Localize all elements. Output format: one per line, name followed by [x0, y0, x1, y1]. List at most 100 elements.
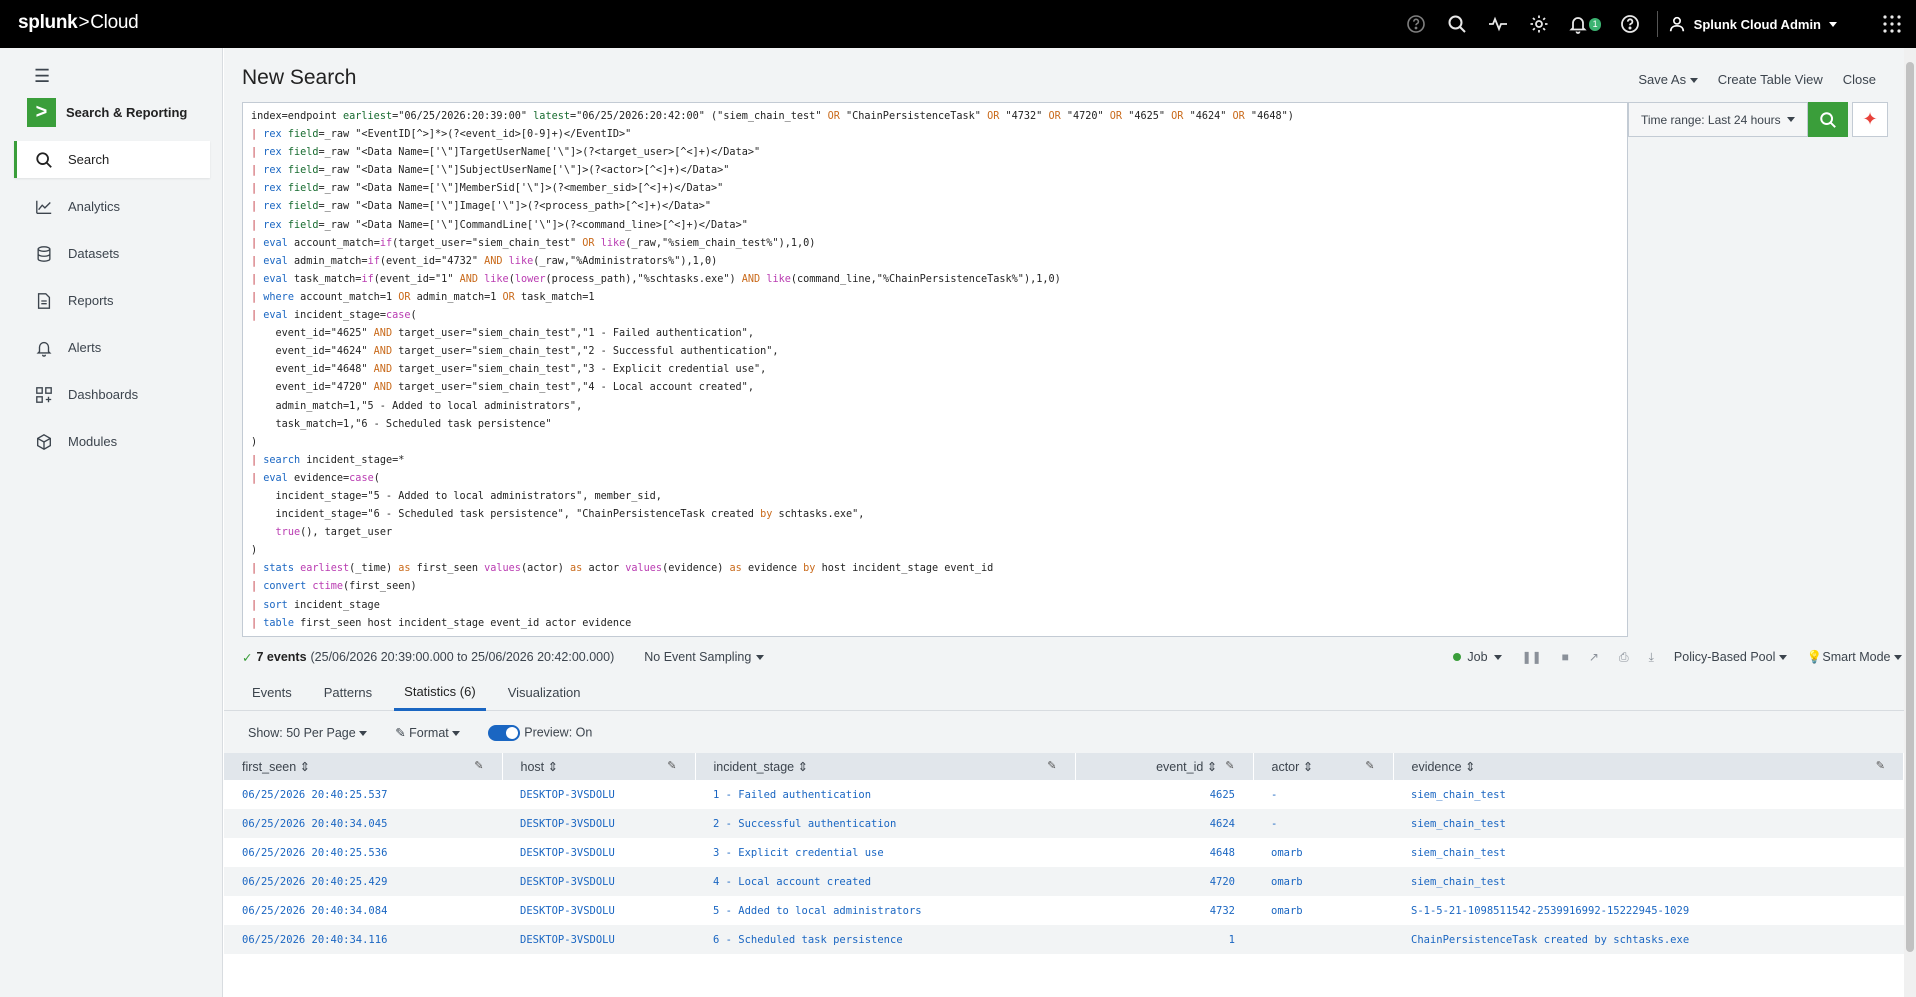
pool-dropdown[interactable]: Policy-Based Pool	[1674, 650, 1787, 664]
search-reporting-logo-icon: >	[27, 98, 56, 127]
toggle-switch	[488, 724, 521, 741]
results-tabs: Events Patterns Statistics (6) Visualiza…	[224, 674, 1904, 711]
edit-pencil-icon[interactable]: ✎	[667, 759, 676, 772]
sidebar-item-modules[interactable]: Modules	[14, 423, 210, 460]
pause-icon[interactable]: ❚❚	[1522, 650, 1542, 664]
table-cell-incident-stage[interactable]: 1 - Failed authentication	[695, 780, 1075, 809]
sidebar-item-alerts[interactable]: Alerts	[14, 329, 210, 366]
query-line: event_id="4648" AND target_user="siem_ch…	[251, 364, 767, 376]
table-cell-actor[interactable]: omarb	[1253, 867, 1393, 896]
stop-icon[interactable]: ■	[1562, 650, 1569, 664]
table-cell-event-id[interactable]: 4625	[1075, 780, 1253, 809]
user-menu[interactable]: Splunk Cloud Admin	[1668, 15, 1837, 33]
table-cell-host[interactable]: DESKTOP-3VSDOLU	[502, 896, 695, 925]
ai-assistant-button[interactable]: ✦	[1852, 102, 1888, 137]
table-cell-incident-stage[interactable]: 3 - Explicit credential use	[695, 838, 1075, 867]
sidebar-item-analytics[interactable]: Analytics	[14, 188, 210, 225]
tab-visualization[interactable]: Visualization	[498, 674, 591, 711]
preview-toggle[interactable]: Preview: On	[488, 724, 592, 741]
table-cell-host[interactable]: DESKTOP-3VSDOLU	[502, 809, 695, 838]
event-sampling-dropdown[interactable]: No Event Sampling	[644, 650, 765, 664]
query-line: | eval admin_match=if(event_id="4732" AN…	[251, 255, 718, 267]
table-cell-first-seen[interactable]: 06/25/2026 20:40:34.084	[224, 896, 502, 925]
sidebar-item-datasets[interactable]: Datasets	[14, 235, 210, 272]
column-header-host[interactable]: host ⇕ ✎	[502, 753, 696, 780]
table-cell-actor[interactable]: -	[1253, 780, 1393, 809]
table-cell-first-seen[interactable]: 06/25/2026 20:40:25.429	[224, 867, 502, 896]
table-cell-evidence[interactable]: siem_chain_test	[1393, 838, 1904, 867]
gear-icon[interactable]	[1519, 0, 1560, 48]
table-cell-first-seen[interactable]: 06/25/2026 20:40:34.045	[224, 809, 502, 838]
page-scrollbar[interactable]	[1904, 48, 1916, 997]
table-cell-host[interactable]: DESKTOP-3VSDOLU	[502, 867, 695, 896]
table-cell-evidence[interactable]: ChainPersistenceTask created by schtasks…	[1393, 925, 1904, 954]
table-cell-event-id[interactable]: 4720	[1075, 867, 1253, 896]
table-cell-event-id[interactable]: 1	[1075, 925, 1253, 954]
hamburger-menu-icon[interactable]: ☰	[34, 66, 50, 87]
table-cell-first-seen[interactable]: 06/25/2026 20:40:34.116	[224, 925, 502, 954]
tab-events[interactable]: Events	[242, 674, 302, 711]
search-icon[interactable]	[1437, 0, 1478, 48]
share-icon[interactable]: ↗	[1589, 650, 1599, 664]
print-icon[interactable]: ⎙	[1619, 650, 1629, 665]
close-button[interactable]: Close	[1843, 72, 1876, 87]
table-cell-incident-stage[interactable]: 2 - Successful authentication	[695, 809, 1075, 838]
table-cell-actor[interactable]	[1253, 925, 1393, 954]
help-icon[interactable]	[1610, 0, 1651, 48]
query-line: event_id="4624" AND target_user="siem_ch…	[251, 346, 779, 358]
column-header-evidence[interactable]: evidence ⇕ ✎	[1393, 753, 1904, 780]
table-cell-evidence[interactable]: siem_chain_test	[1393, 867, 1904, 896]
column-header-actor[interactable]: actor ⇕ ✎	[1253, 753, 1394, 780]
table-cell-incident-stage[interactable]: 4 - Local account created	[695, 867, 1075, 896]
table-cell-host[interactable]: DESKTOP-3VSDOLU	[502, 838, 695, 867]
create-table-view-button[interactable]: Create Table View	[1718, 72, 1823, 87]
splunk-logo[interactable]: splunk>Cloud	[18, 12, 139, 34]
table-cell-event-id[interactable]: 4732	[1075, 896, 1253, 925]
app-title[interactable]: > Search & Reporting	[27, 98, 187, 127]
table-cell-evidence[interactable]: siem_chain_test	[1393, 809, 1904, 838]
table-cell-incident-stage[interactable]: 5 - Added to local administrators	[695, 896, 1075, 925]
notifications-bell-icon[interactable]: 1	[1560, 0, 1610, 48]
apps-grid-icon[interactable]	[1871, 0, 1912, 48]
table-cell-event-id[interactable]: 4624	[1075, 809, 1253, 838]
table-cell-host[interactable]: DESKTOP-3VSDOLU	[502, 925, 695, 954]
job-menu[interactable]: Job	[1453, 650, 1502, 664]
sidebar-item-reports[interactable]: Reports	[14, 282, 210, 319]
query-line: event_id="4720" AND target_user="siem_ch…	[251, 382, 754, 394]
edit-pencil-icon[interactable]: ✎	[1225, 759, 1234, 772]
per-page-dropdown[interactable]: Show: 50 Per Page	[248, 726, 368, 740]
table-cell-event-id[interactable]: 4648	[1075, 838, 1253, 867]
activity-icon[interactable]	[1478, 0, 1519, 48]
table-cell-actor[interactable]: omarb	[1253, 896, 1393, 925]
export-icon[interactable]: ⤓	[1649, 650, 1654, 665]
tab-patterns[interactable]: Patterns	[314, 674, 382, 711]
table-cell-incident-stage[interactable]: 6 - Scheduled task persistence	[695, 925, 1075, 954]
save-as-button[interactable]: Save As	[1638, 72, 1698, 87]
search-mode-dropdown[interactable]: 💡Smart Mode	[1807, 650, 1902, 665]
sidebar-item-dashboards[interactable]: Dashboards	[14, 376, 210, 413]
tab-statistics[interactable]: Statistics (6)	[394, 674, 486, 711]
edit-pencil-icon[interactable]: ✎	[474, 759, 483, 772]
scrollbar-thumb[interactable]	[1906, 62, 1914, 952]
format-dropdown[interactable]: ✎ Format	[395, 725, 461, 740]
time-range-picker[interactable]: Time range: Last 24 hours	[1628, 102, 1808, 137]
table-cell-actor[interactable]: -	[1253, 809, 1393, 838]
search-button[interactable]	[1808, 102, 1848, 137]
table-cell-first-seen[interactable]: 06/25/2026 20:40:25.537	[224, 780, 502, 809]
column-header-event-id[interactable]: event_id ⇕ ✎	[1075, 753, 1254, 780]
table-cell-actor[interactable]: omarb	[1253, 838, 1393, 867]
edit-pencil-icon[interactable]: ✎	[1365, 759, 1374, 772]
search-query-text[interactable]: index=endpoint earliest="06/25/2026:20:3…	[243, 103, 1627, 638]
column-header-incident-stage[interactable]: incident_stage ⇕ ✎	[695, 753, 1076, 780]
table-cell-evidence[interactable]: siem_chain_test	[1393, 780, 1904, 809]
table-cell-first-seen[interactable]: 06/25/2026 20:40:25.536	[224, 838, 502, 867]
table-cell-host[interactable]: DESKTOP-3VSDOLU	[502, 780, 695, 809]
edit-pencil-icon[interactable]: ✎	[1047, 759, 1056, 772]
table-row: 06/25/2026 20:40:34.116 DESKTOP-3VSDOLU 6 …	[224, 925, 1904, 954]
table-cell-evidence[interactable]: S-1-5-21-1098511542-2539916992-15222945-…	[1393, 896, 1904, 925]
column-header-first-seen[interactable]: first_seen ⇕ ✎	[224, 753, 503, 780]
help-circle-icon[interactable]	[1396, 0, 1437, 48]
edit-pencil-icon[interactable]: ✎	[1876, 759, 1885, 772]
sidebar-item-search[interactable]: Search	[14, 141, 210, 178]
search-query-editor[interactable]: index=endpoint earliest="06/25/2026:20:3…	[242, 102, 1628, 637]
